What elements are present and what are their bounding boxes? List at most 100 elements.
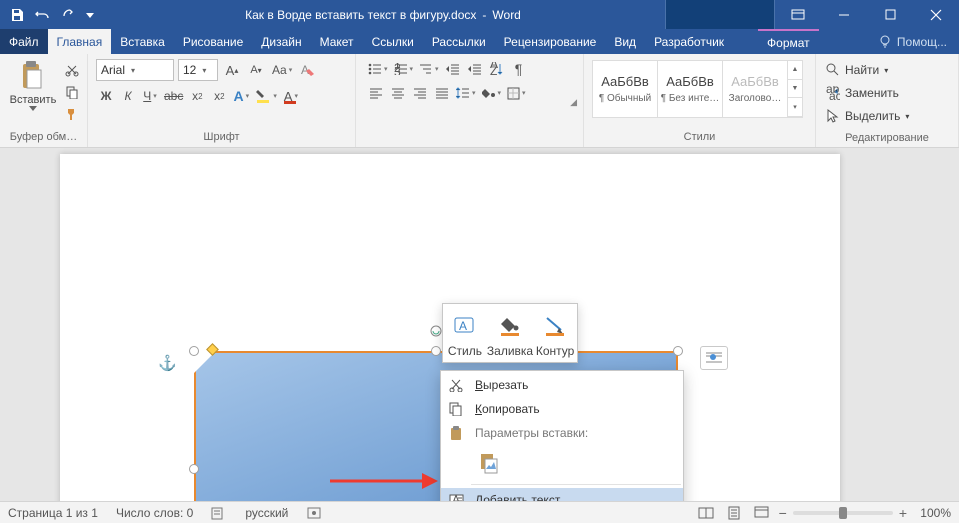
replace-button[interactable]: abacЗаменить [826,83,948,103]
highlight-button[interactable]: ▾ [253,86,279,106]
underline-button[interactable]: Ч▾ [140,86,160,106]
menu-cut[interactable]: Вырезать [441,373,683,397]
line-spacing-button[interactable]: ▾ [454,83,478,103]
tab-mailings[interactable]: Рассылки [423,29,495,54]
align-right-button[interactable] [410,83,430,103]
italic-button[interactable]: К [118,86,138,106]
tab-format[interactable]: Формат [758,29,819,54]
strike-button[interactable]: abc [162,86,185,106]
dialog-launcher-icon[interactable]: ◢ [570,97,577,108]
borders-button[interactable]: ▾ [505,83,528,103]
shrink-font-button[interactable]: A▾ [246,60,266,80]
zoom-out-button[interactable]: − [779,505,787,521]
resize-handle-tl[interactable] [189,346,199,356]
paste-option-picture[interactable] [475,449,503,477]
undo-icon[interactable] [31,3,55,27]
resize-handle-l[interactable] [189,464,199,474]
view-print-button[interactable] [723,503,745,523]
tab-view[interactable]: Вид [605,29,645,54]
style-nospacing[interactable]: АаБбВв¶ Без инте… [657,60,723,118]
font-name-combo[interactable]: Arial▾ [96,59,174,81]
justify-icon [436,88,449,99]
tab-home[interactable]: Главная [48,29,112,54]
layout-options-button[interactable] [700,346,728,370]
text-effects-button[interactable]: A▾ [231,86,251,106]
tab-review[interactable]: Рецензирование [495,29,606,54]
multilevel-button[interactable]: ▾ [417,59,441,79]
bold-button[interactable]: Ж [96,86,116,106]
print-layout-icon [727,506,741,520]
align-left-button[interactable] [366,83,386,103]
zoom-slider[interactable] [793,511,893,515]
svg-text:Z: Z [490,64,497,76]
menu-copy[interactable]: Копировать [441,397,683,421]
redo-icon[interactable] [57,3,81,27]
change-case-button[interactable]: Aa▾ [270,60,294,80]
cut-button[interactable] [62,60,82,80]
view-web-button[interactable] [751,503,773,523]
mini-outline-button[interactable]: Контур [533,304,577,362]
minimize-icon[interactable] [821,0,867,29]
read-icon [698,506,714,519]
status-words[interactable]: Число слов: 0 [116,506,193,520]
sort-button[interactable]: AZ [487,59,507,79]
style-normal[interactable]: АаБбВв¶ Обычный [592,60,658,118]
grow-font-button[interactable]: A▴ [222,60,242,80]
zoom-level[interactable]: 100% [913,506,951,520]
align-center-button[interactable] [388,83,408,103]
select-button[interactable]: Выделить▾ [826,106,948,126]
zoom-in-button[interactable]: + [899,505,907,521]
tab-developer[interactable]: Разработчик [645,29,733,54]
resize-handle-t[interactable] [431,346,441,356]
ribbon-options-icon[interactable] [775,0,821,29]
resize-handle-tr[interactable] [673,346,683,356]
bullets-button[interactable]: ▾ [366,59,390,79]
paste-button[interactable]: Вставить [4,56,62,111]
copy-button[interactable] [62,82,82,102]
tell-me[interactable]: Помощ... [866,29,959,54]
svg-text:A: A [459,319,467,333]
maximize-icon[interactable] [867,0,913,29]
tab-design[interactable]: Дизайн [252,29,310,54]
format-painter-button[interactable] [62,104,82,124]
styles-more[interactable]: ▲▼▾ [787,60,803,118]
status-language[interactable]: русский [245,506,288,520]
shading-button[interactable]: ▾ [480,83,504,103]
status-page[interactable]: Страница 1 из 1 [8,506,98,520]
qat-dropdown-icon[interactable] [83,3,97,27]
document-area[interactable]: ⚓ A Стиль Заливка Контур [0,148,959,501]
tab-file[interactable]: Файл [0,29,48,54]
status-spellcheck-icon[interactable] [211,506,227,520]
tab-insert[interactable]: Вставка [111,29,174,54]
menu-add-text[interactable]: A Добавить текст [441,488,683,501]
tab-references[interactable]: Ссылки [363,29,423,54]
status-macro-icon[interactable] [306,506,322,520]
increase-indent-button[interactable] [465,59,485,79]
subscript-button[interactable]: x2 [187,86,207,106]
style-heading1[interactable]: АаБбВвЗаголово… [722,60,788,118]
font-color-button[interactable]: A▾ [281,86,301,106]
decrease-indent-button[interactable] [443,59,463,79]
save-icon[interactable] [5,3,29,27]
account-area[interactable] [665,0,775,29]
close-icon[interactable] [913,0,959,29]
clear-format-button[interactable]: A [298,60,318,80]
app-name: Word [492,8,520,22]
mini-fill-button[interactable]: Заливка [487,304,533,362]
replace-icon: abac [826,86,840,100]
tab-draw[interactable]: Рисование [174,29,252,54]
zoom-thumb[interactable] [839,507,847,519]
tab-layout[interactable]: Макет [311,29,363,54]
rotate-handle[interactable] [430,325,442,337]
group-label-editing: Редактирование [820,130,954,146]
justify-button[interactable] [432,83,452,103]
group-editing: Найти▾ abacЗаменить Выделить▾ Редактиров… [816,54,959,147]
numbering-button[interactable]: 123▾ [392,59,416,79]
menu-separator [471,484,681,485]
show-marks-button[interactable]: ¶ [509,59,529,79]
find-button[interactable]: Найти▾ [826,60,948,80]
superscript-button[interactable]: x2 [209,86,229,106]
mini-style-button[interactable]: A Стиль [443,304,487,362]
font-size-combo[interactable]: 12▾ [178,59,218,81]
view-read-button[interactable] [695,503,717,523]
